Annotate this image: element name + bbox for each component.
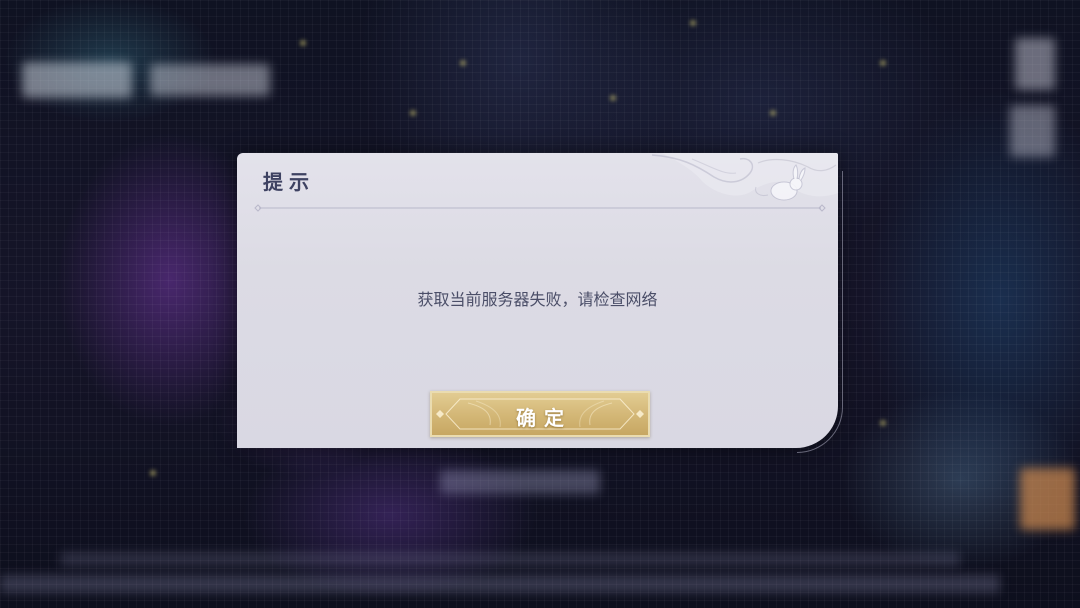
confirm-button[interactable]: 确定 — [430, 391, 650, 437]
diamond-divider-icon — [251, 197, 829, 212]
blurred-center-caption — [440, 470, 600, 494]
sparkle — [770, 110, 776, 116]
dialog-message: 获取当前服务器失败，请检查网络 — [417, 290, 658, 309]
blurred-bottom-text-line — [0, 575, 1000, 593]
sparkle — [410, 110, 416, 116]
sparkle — [880, 60, 886, 66]
alert-dialog: 提示 获取当前服务器失败，请检查网络 确定 — [237, 153, 843, 453]
blurred-top-left-label-secondary — [150, 64, 270, 96]
blurred-orange-button — [1020, 468, 1075, 530]
dialog-panel: 提示 获取当前服务器失败，请检查网络 确定 — [237, 153, 838, 448]
confirm-button-label: 确定 — [516, 406, 572, 430]
sparkle — [460, 60, 466, 66]
sparkle — [300, 40, 306, 46]
sparkle — [610, 95, 616, 101]
blurred-top-left-label — [22, 62, 132, 98]
sparkle — [880, 420, 886, 426]
dialog-title: 提示 — [263, 170, 315, 194]
blurred-top-right-icon-secondary — [1010, 105, 1055, 157]
blurred-top-right-icon — [1015, 38, 1055, 90]
sparkle — [690, 20, 696, 26]
sparkle — [150, 470, 156, 476]
blurred-bottom-text-line — [60, 552, 960, 566]
